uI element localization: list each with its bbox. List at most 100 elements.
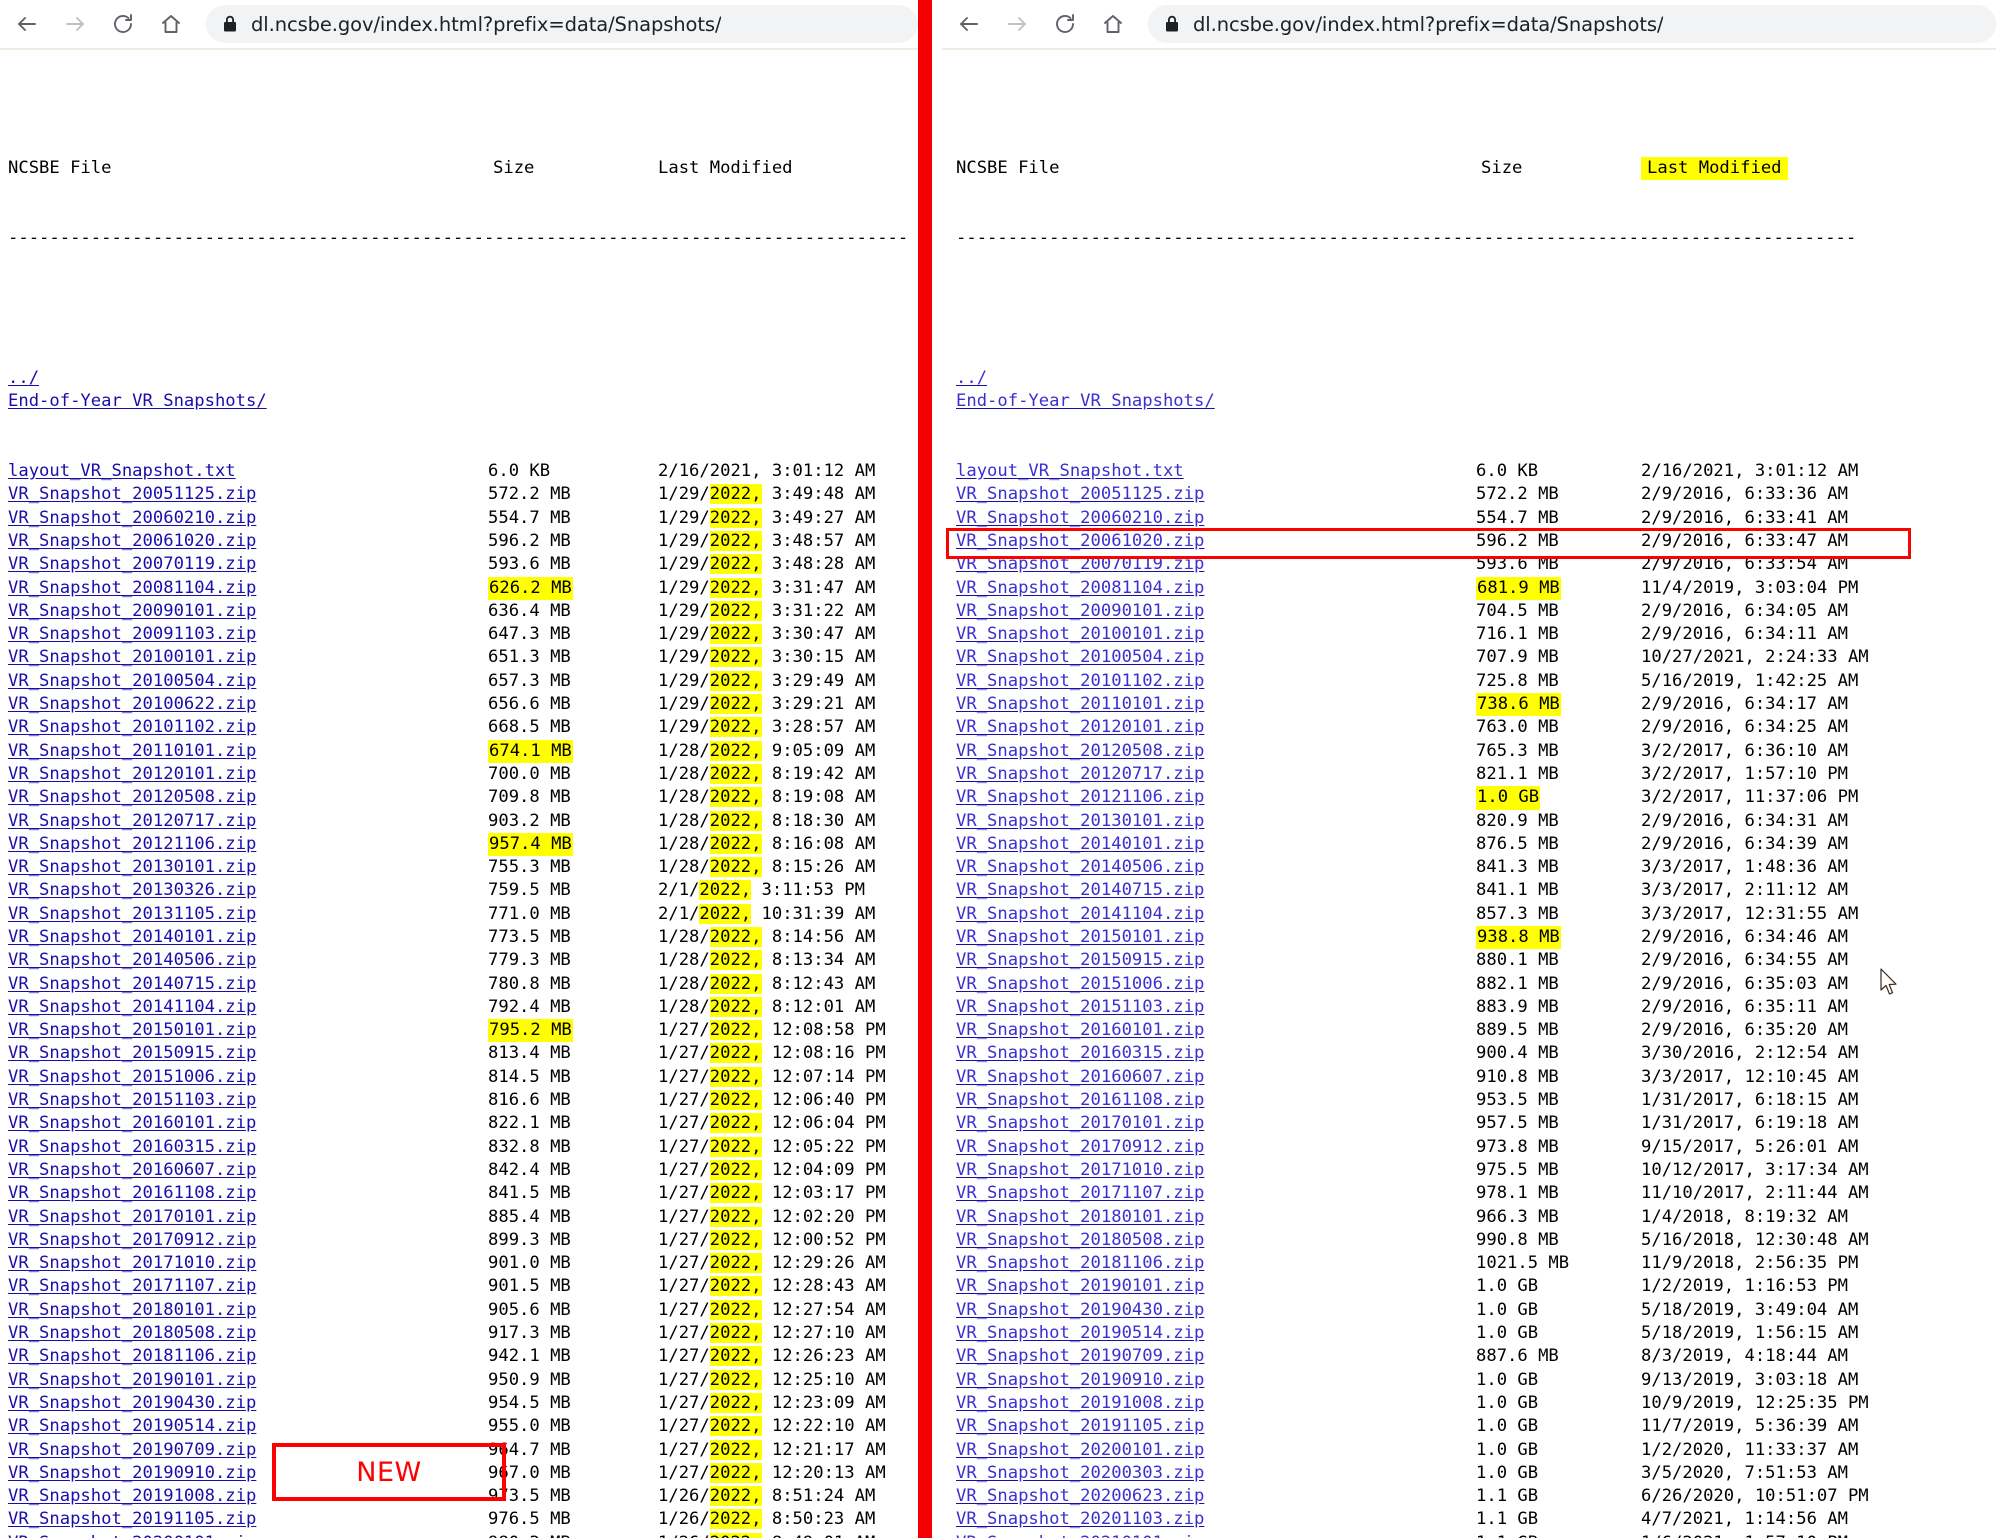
file-link[interactable]: VR_Snapshot_20051125.zip — [8, 484, 256, 504]
file-link[interactable]: VR_Snapshot_20161108.zip — [956, 1090, 1204, 1110]
file-link[interactable]: VR_Snapshot_20131105.zip — [8, 904, 256, 924]
file-link[interactable]: VR_Snapshot_20090101.zip — [8, 601, 256, 621]
file-link[interactable]: VR_Snapshot_20190709.zip — [8, 1440, 256, 1460]
file-link[interactable]: VR_Snapshot_20171107.zip — [8, 1276, 256, 1296]
file-link[interactable]: VR_Snapshot_20160315.zip — [8, 1137, 256, 1157]
forward-arrow-icon[interactable] — [62, 11, 88, 37]
file-link[interactable]: VR_Snapshot_20160101.zip — [956, 1020, 1204, 1040]
file-link[interactable]: VR_Snapshot_20061020.zip — [956, 531, 1204, 551]
file-link[interactable]: VR_Snapshot_20190101.zip — [8, 1370, 256, 1390]
file-link[interactable]: VR_Snapshot_20060210.zip — [8, 508, 256, 528]
file-link[interactable]: VR_Snapshot_20170912.zip — [8, 1230, 256, 1250]
file-link[interactable]: VR_Snapshot_20140506.zip — [956, 857, 1204, 877]
file-link[interactable]: VR_Snapshot_20190910.zip — [956, 1370, 1204, 1390]
file-link[interactable]: VR_Snapshot_20171010.zip — [956, 1160, 1204, 1180]
file-link[interactable]: VR_Snapshot_20091103.zip — [8, 624, 256, 644]
file-link[interactable]: VR_Snapshot_20190101.zip — [956, 1276, 1204, 1296]
file-link[interactable]: VR_Snapshot_20190910.zip — [8, 1463, 256, 1483]
directory-link[interactable]: ../ — [956, 368, 987, 388]
reload-icon[interactable] — [110, 11, 136, 37]
file-link[interactable]: VR_Snapshot_20140101.zip — [8, 927, 256, 947]
file-link[interactable]: VR_Snapshot_20141104.zip — [956, 904, 1204, 924]
file-link[interactable]: VR_Snapshot_20170101.zip — [956, 1113, 1204, 1133]
file-link[interactable]: VR_Snapshot_20180508.zip — [8, 1323, 256, 1343]
file-link[interactable]: VR_Snapshot_20190430.zip — [956, 1300, 1204, 1320]
home-icon[interactable] — [1100, 11, 1126, 37]
file-link[interactable]: VR_Snapshot_20060210.zip — [956, 508, 1204, 528]
file-link[interactable]: VR_Snapshot_20081104.zip — [8, 578, 256, 598]
file-link[interactable]: VR_Snapshot_20150915.zip — [8, 1043, 256, 1063]
file-link[interactable]: VR_Snapshot_20130101.zip — [956, 811, 1204, 831]
file-link[interactable]: VR_Snapshot_20190430.zip — [8, 1393, 256, 1413]
file-link[interactable]: VR_Snapshot_20120508.zip — [956, 741, 1204, 761]
file-link[interactable]: VR_Snapshot_20140506.zip — [8, 950, 256, 970]
file-link[interactable]: VR_Snapshot_20121106.zip — [8, 834, 256, 854]
file-link[interactable]: VR_Snapshot_20191105.zip — [956, 1416, 1204, 1436]
file-link[interactable]: VR_Snapshot_20151103.zip — [8, 1090, 256, 1110]
file-link[interactable]: VR_Snapshot_20190514.zip — [956, 1323, 1204, 1343]
home-icon[interactable] — [158, 11, 184, 37]
file-link[interactable]: VR_Snapshot_20100504.zip — [956, 647, 1204, 667]
file-link[interactable]: VR_Snapshot_20100101.zip — [956, 624, 1204, 644]
file-link[interactable]: VR_Snapshot_20181106.zip — [8, 1346, 256, 1366]
file-link[interactable]: VR_Snapshot_20130101.zip — [8, 857, 256, 877]
file-link[interactable]: VR_Snapshot_20100101.zip — [8, 647, 256, 667]
file-link[interactable]: VR_Snapshot_20120717.zip — [956, 764, 1204, 784]
file-link[interactable]: VR_Snapshot_20070119.zip — [8, 554, 256, 574]
file-link[interactable]: VR_Snapshot_20170912.zip — [956, 1137, 1204, 1157]
file-link[interactable]: VR_Snapshot_20061020.zip — [8, 531, 256, 551]
file-link[interactable]: VR_Snapshot_20081104.zip — [956, 578, 1204, 598]
directory-link[interactable]: End-of-Year VR Snapshots/ — [956, 391, 1215, 411]
file-link[interactable]: VR_Snapshot_20151006.zip — [956, 974, 1204, 994]
file-link[interactable]: VR_Snapshot_20191008.zip — [8, 1486, 256, 1506]
file-link[interactable]: VR_Snapshot_20110101.zip — [8, 741, 256, 761]
file-link[interactable]: VR_Snapshot_20191008.zip — [956, 1393, 1204, 1413]
file-link[interactable]: VR_Snapshot_20181106.zip — [956, 1253, 1204, 1273]
file-link[interactable]: VR_Snapshot_20151006.zip — [8, 1067, 256, 1087]
file-link[interactable]: VR_Snapshot_20130326.zip — [8, 880, 256, 900]
file-link[interactable]: VR_Snapshot_20120717.zip — [8, 811, 256, 831]
file-link[interactable]: VR_Snapshot_20200101.zip — [956, 1440, 1204, 1460]
file-link[interactable]: VR_Snapshot_20090101.zip — [956, 601, 1204, 621]
file-link[interactable]: VR_Snapshot_20200303.zip — [956, 1463, 1204, 1483]
file-link[interactable]: VR_Snapshot_20140101.zip — [956, 834, 1204, 854]
reload-icon[interactable] — [1052, 11, 1078, 37]
file-link[interactable]: VR_Snapshot_20180101.zip — [956, 1207, 1204, 1227]
file-link[interactable]: VR_Snapshot_20100504.zip — [8, 671, 256, 691]
file-link[interactable]: VR_Snapshot_20140715.zip — [956, 880, 1204, 900]
file-link[interactable]: layout_VR_Snapshot.txt — [8, 461, 236, 481]
file-link[interactable]: VR_Snapshot_20170101.zip — [8, 1207, 256, 1227]
file-link[interactable]: VR_Snapshot_20171010.zip — [8, 1253, 256, 1273]
file-link[interactable]: VR_Snapshot_20120101.zip — [956, 717, 1204, 737]
file-link[interactable]: VR_Snapshot_20191105.zip — [8, 1509, 256, 1529]
address-bar-left[interactable]: dl.ncsbe.gov/index.html?prefix=data/Snap… — [206, 5, 918, 43]
file-link[interactable]: VR_Snapshot_20120508.zip — [8, 787, 256, 807]
file-link[interactable]: VR_Snapshot_20101102.zip — [8, 717, 256, 737]
file-link[interactable]: VR_Snapshot_20110101.zip — [956, 694, 1204, 714]
file-link[interactable]: VR_Snapshot_20180101.zip — [8, 1300, 256, 1320]
file-link[interactable]: VR_Snapshot_20171107.zip — [956, 1183, 1204, 1203]
file-link[interactable]: VR_Snapshot_20070119.zip — [956, 554, 1204, 574]
file-link[interactable]: VR_Snapshot_20190709.zip — [956, 1346, 1204, 1366]
file-link[interactable]: VR_Snapshot_20161108.zip — [8, 1183, 256, 1203]
file-link[interactable]: VR_Snapshot_20151103.zip — [956, 997, 1204, 1017]
forward-arrow-icon[interactable] — [1004, 11, 1030, 37]
file-link[interactable]: VR_Snapshot_20100622.zip — [8, 694, 256, 714]
file-link[interactable]: VR_Snapshot_20120101.zip — [8, 764, 256, 784]
back-arrow-icon[interactable] — [956, 11, 982, 37]
file-link[interactable]: VR_Snapshot_20201103.zip — [956, 1509, 1204, 1529]
file-link[interactable]: VR_Snapshot_20160607.zip — [956, 1067, 1204, 1087]
file-link[interactable]: VR_Snapshot_20160607.zip — [8, 1160, 256, 1180]
file-link[interactable]: VR_Snapshot_20051125.zip — [956, 484, 1204, 504]
file-link[interactable]: VR_Snapshot_20160101.zip — [8, 1113, 256, 1133]
file-link[interactable]: layout_VR_Snapshot.txt — [956, 461, 1184, 481]
file-link[interactable]: VR_Snapshot_20200623.zip — [956, 1486, 1204, 1506]
file-link[interactable]: VR_Snapshot_20200101.zip — [8, 1533, 256, 1538]
file-link[interactable]: VR_Snapshot_20140715.zip — [8, 974, 256, 994]
file-link[interactable]: VR_Snapshot_20150101.zip — [8, 1020, 256, 1040]
file-link[interactable]: VR_Snapshot_20160315.zip — [956, 1043, 1204, 1063]
file-link[interactable]: VR_Snapshot_20190514.zip — [8, 1416, 256, 1436]
file-link[interactable]: VR_Snapshot_20210101.zip — [956, 1533, 1204, 1538]
file-link[interactable]: VR_Snapshot_20180508.zip — [956, 1230, 1204, 1250]
file-link[interactable]: VR_Snapshot_20101102.zip — [956, 671, 1204, 691]
